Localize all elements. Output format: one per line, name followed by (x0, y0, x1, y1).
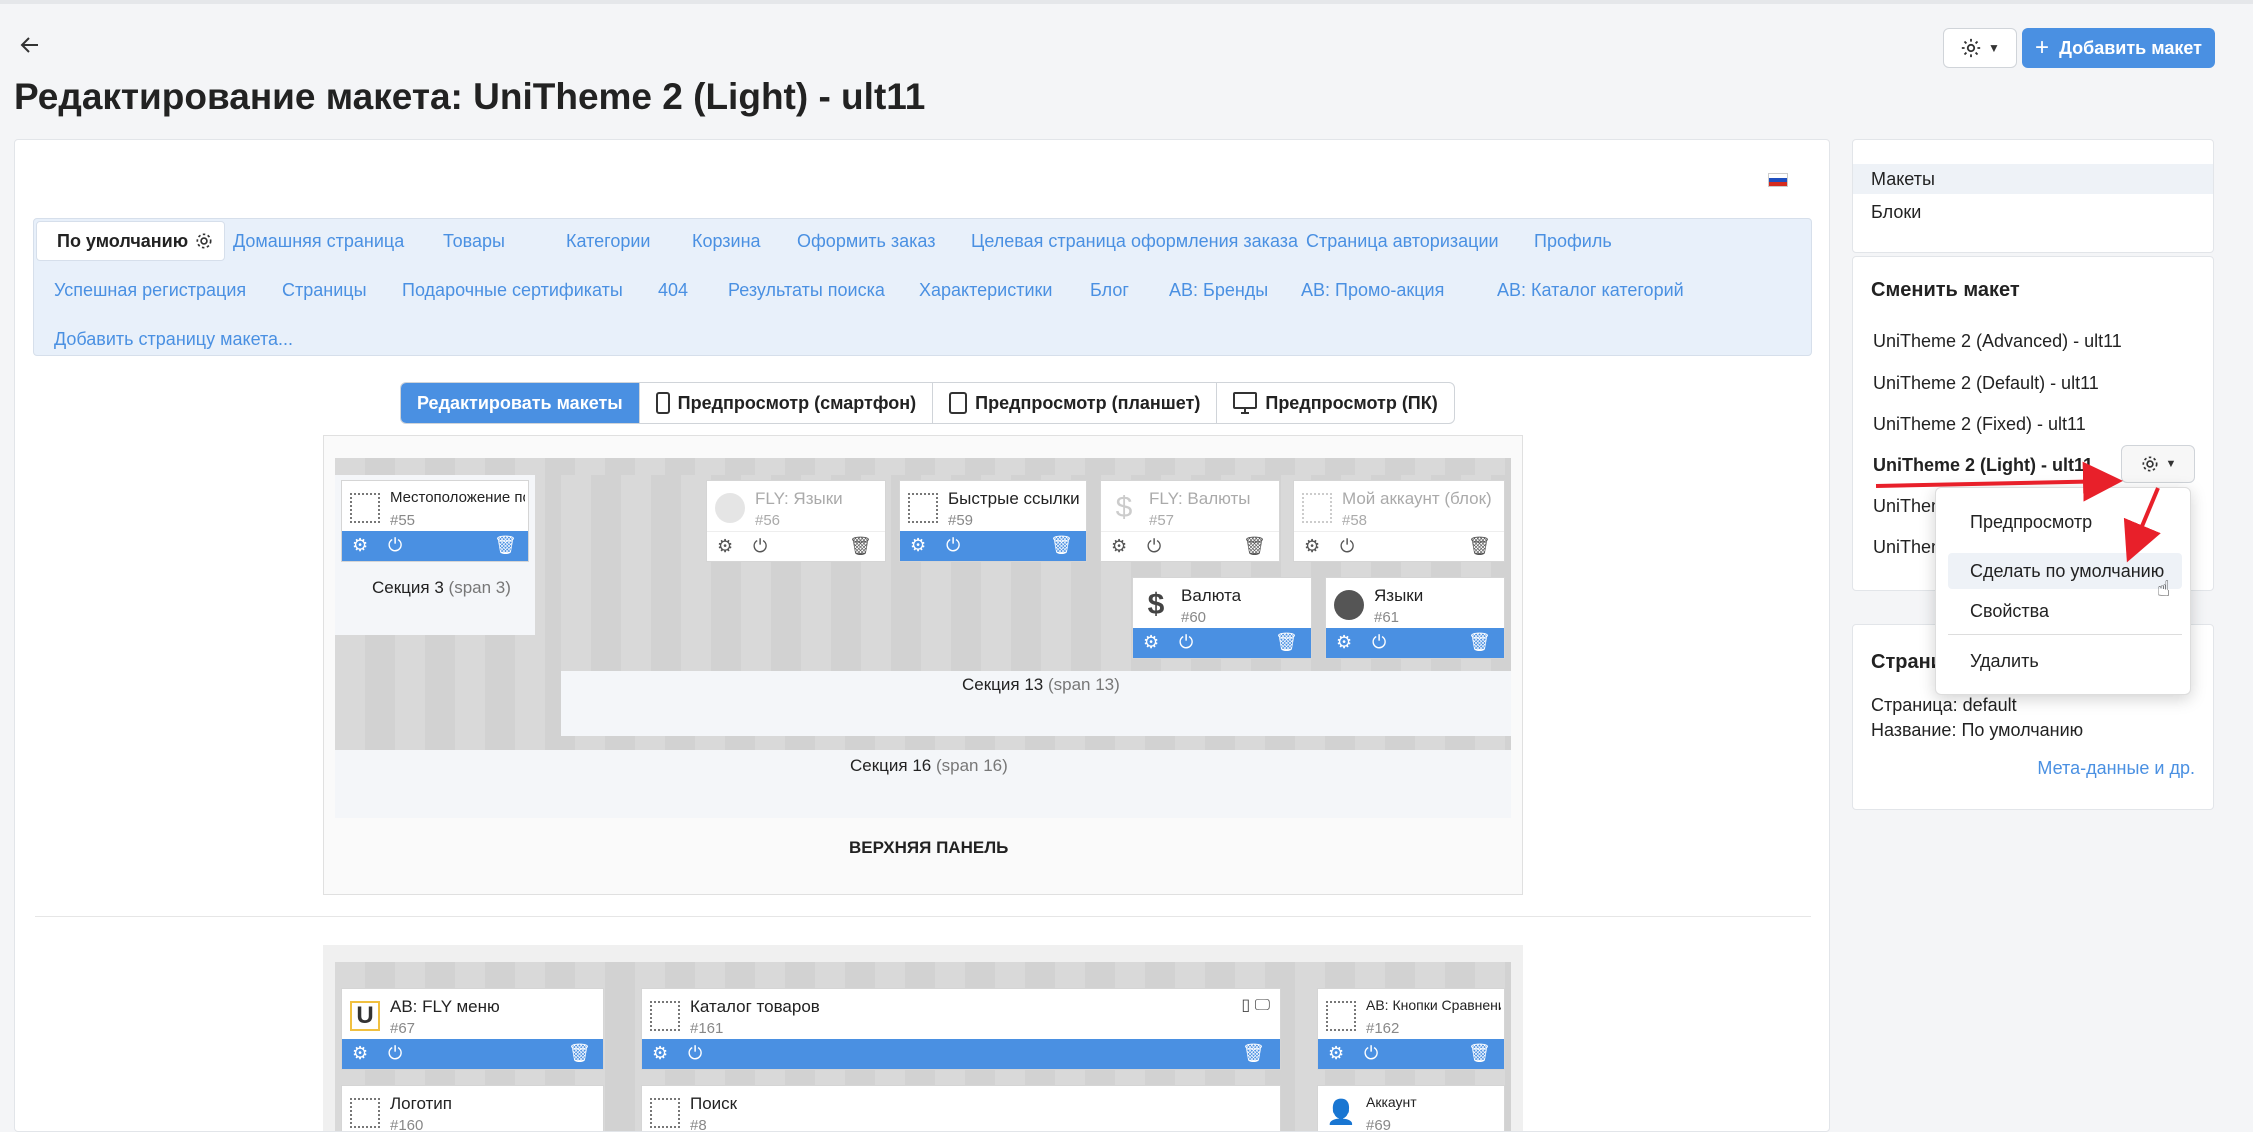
annotation-arrows (1875, 461, 2161, 563)
red-arrow-icon (1875, 461, 2123, 502)
red-arrow-icon (2123, 487, 2161, 563)
